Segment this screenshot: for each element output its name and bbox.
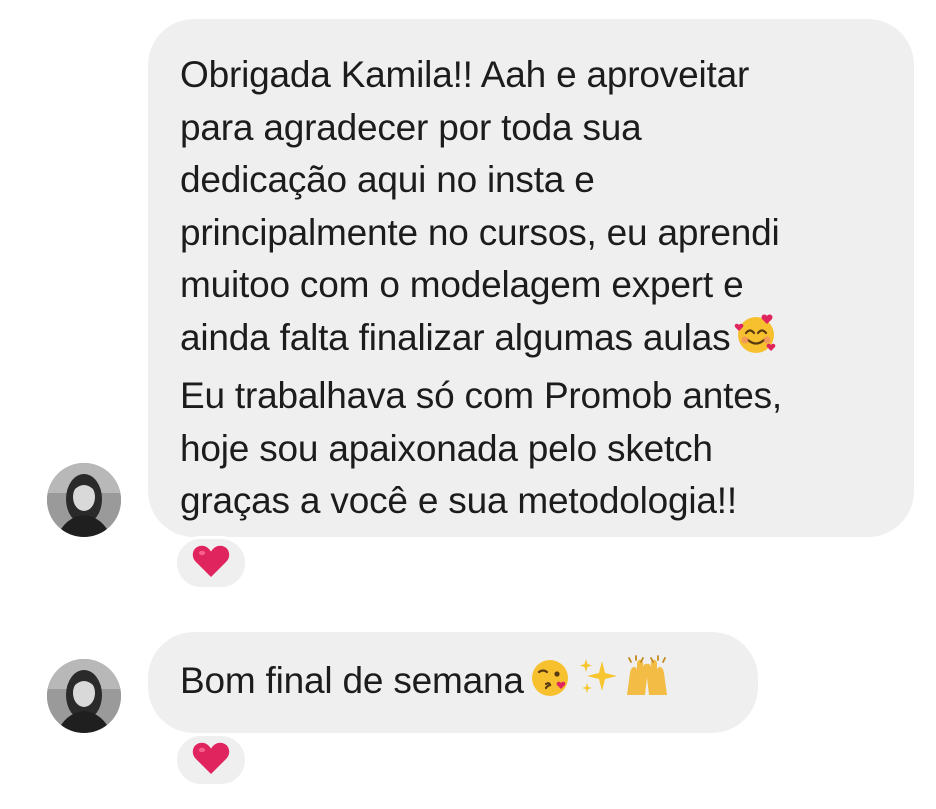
message-line: hoje sou apaixonada pelo sketch xyxy=(180,427,713,469)
message-line: dedicação aqui no insta e xyxy=(180,159,595,200)
message-row: Bom final de semana xyxy=(0,600,936,809)
message-row: Obrigada Kamila!! Aah e aproveitar para … xyxy=(0,0,936,600)
face-blowing-kiss-icon xyxy=(528,655,572,714)
sparkles-icon xyxy=(576,655,620,714)
message-text: Bom final de semana xyxy=(180,655,758,714)
red-heart-icon xyxy=(192,741,230,780)
message-line: principalmente no cursos, eu aprendi xyxy=(180,211,780,253)
message-line: Obrigada Kamila!! Aah e aproveitar xyxy=(180,54,750,95)
avatar[interactable] xyxy=(47,463,121,537)
avatar[interactable] xyxy=(47,659,121,733)
reaction-badge[interactable] xyxy=(174,536,248,590)
message-line: para agradecer por toda sua xyxy=(180,106,642,148)
message-line: ainda falta finalizar algumas aulas xyxy=(180,316,731,358)
message-line: Bom final de semana xyxy=(180,660,524,701)
reaction-badge[interactable] xyxy=(174,733,248,787)
smiling-face-with-hearts-icon xyxy=(734,312,778,371)
message-text: Obrigada Kamila!! Aah e aproveitar para … xyxy=(180,49,914,528)
message-line: muitoo com o modelagem expert e xyxy=(180,264,744,305)
message-line: Eu trabalhava só com Promob antes, xyxy=(180,375,782,416)
message-bubble[interactable]: Obrigada Kamila!! Aah e aproveitar para … xyxy=(148,19,914,537)
message-line: graças a você e sua metodologia!! xyxy=(180,480,737,521)
message-bubble[interactable]: Bom final de semana xyxy=(148,632,758,733)
raising-hands-icon xyxy=(624,655,670,714)
red-heart-icon xyxy=(192,544,230,583)
message-line-with-emoji: ainda falta finalizar algumas aulas xyxy=(180,312,914,371)
